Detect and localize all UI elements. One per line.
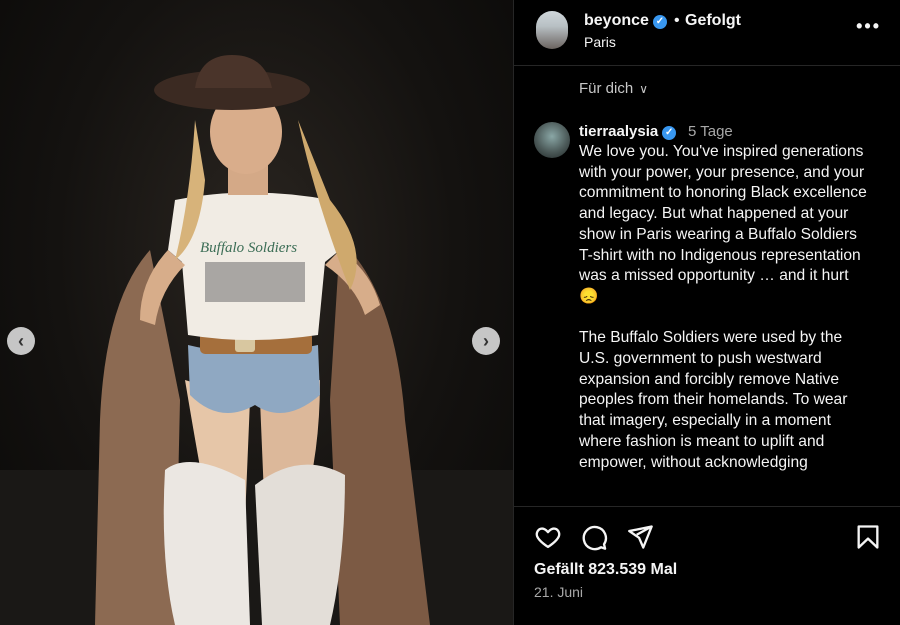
- post-location[interactable]: Paris: [584, 34, 616, 50]
- comment-timestamp[interactable]: 5 Tage: [688, 123, 733, 140]
- more-options-icon[interactable]: •••: [856, 16, 881, 37]
- chevron-left-icon: ‹: [18, 330, 24, 351]
- post-header: beyonce ✓ • Gefolgt Paris •••: [514, 0, 900, 66]
- verified-badge-icon: ✓: [662, 126, 677, 140]
- author-avatar[interactable]: [536, 11, 568, 49]
- next-slide-button[interactable]: ›: [472, 327, 500, 355]
- previous-slide-button[interactable]: ‹: [7, 327, 35, 355]
- comment-text: We love you. You've inspired generations…: [579, 143, 867, 471]
- author-username-text[interactable]: beyonce: [584, 12, 649, 29]
- heart-icon[interactable]: [534, 523, 562, 551]
- author-username[interactable]: beyonce ✓: [584, 12, 667, 30]
- like-count[interactable]: Gefällt 823.539 Mal: [534, 561, 677, 579]
- comment-item: tierraalysia ✓ 5 Tage We love you. You've…: [514, 118, 900, 506]
- commenter-username-text[interactable]: tierraalysia: [579, 123, 658, 140]
- chevron-right-icon: ›: [483, 330, 489, 351]
- post-date[interactable]: 21. Juni: [534, 584, 583, 600]
- comment-filter-label: Für dich: [579, 80, 634, 97]
- commenter-username[interactable]: tierraalysia ✓: [579, 123, 677, 140]
- post-actions-bar: Gefällt 823.539 Mal 21. Juni: [514, 506, 900, 625]
- post-photo: Buffalo Soldiers: [0, 55, 513, 625]
- post-side-panel: beyonce ✓ • Gefolgt Paris ••• Für dich ∨ t…: [513, 0, 900, 625]
- bookmark-icon[interactable]: [854, 523, 882, 551]
- chevron-down-icon: ∨: [639, 82, 648, 96]
- post-media[interactable]: Buffalo Soldiers ‹ ›: [0, 0, 513, 625]
- comment-bubble-icon[interactable]: [580, 523, 608, 551]
- paper-plane-icon[interactable]: [626, 523, 654, 551]
- comment-filter-dropdown[interactable]: Für dich ∨: [579, 80, 648, 97]
- header-separator: •: [674, 12, 680, 29]
- verified-badge-icon: ✓: [652, 15, 667, 29]
- shirt-print-text: Buffalo Soldiers: [200, 240, 297, 256]
- commenter-avatar[interactable]: [534, 122, 570, 158]
- follow-status-button[interactable]: Gefolgt: [685, 12, 741, 30]
